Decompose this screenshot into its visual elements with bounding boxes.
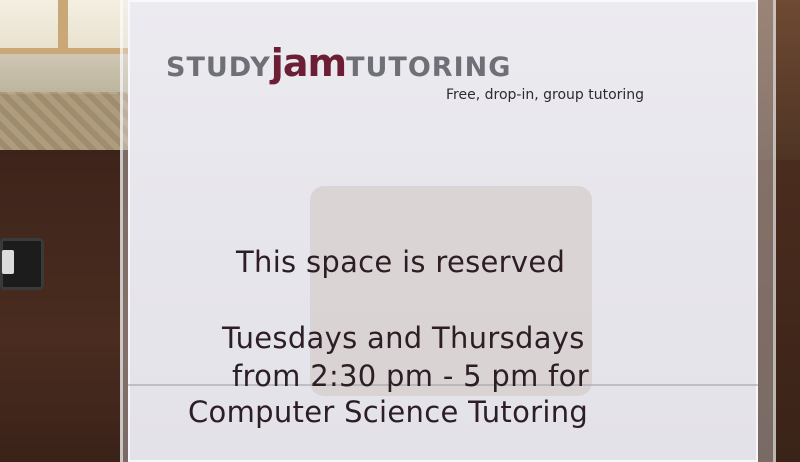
logo-tagline: Free, drop-in, group tutoring xyxy=(446,87,645,103)
sign-heading: This space is reserved xyxy=(236,245,566,279)
chair-back xyxy=(0,92,135,154)
power-outlet xyxy=(0,238,44,290)
sign-schedule-days: Tuesdays and Thursdays xyxy=(222,321,585,355)
background-window xyxy=(0,0,135,54)
table-surface-left xyxy=(0,150,140,462)
logo-tutoring-text: TUTORING xyxy=(346,52,512,83)
logo-study-text: STUDY xyxy=(166,52,271,83)
window-frame xyxy=(58,0,68,48)
logo-jam-text: jam xyxy=(270,41,347,85)
outlet-socket xyxy=(2,250,14,274)
sign-schedule-time: from 2:30 pm - 5 pm for xyxy=(232,359,589,393)
background-wall xyxy=(0,54,135,94)
reservation-sign: STUDYjamTUTORING Free, drop-in, group tu… xyxy=(128,0,758,462)
study-jam-logo: STUDYjamTUTORING xyxy=(166,44,511,82)
photo-scene: STUDYjamTUTORING Free, drop-in, group tu… xyxy=(0,0,800,462)
sign-schedule-subject: Computer Science Tutoring xyxy=(188,395,589,429)
